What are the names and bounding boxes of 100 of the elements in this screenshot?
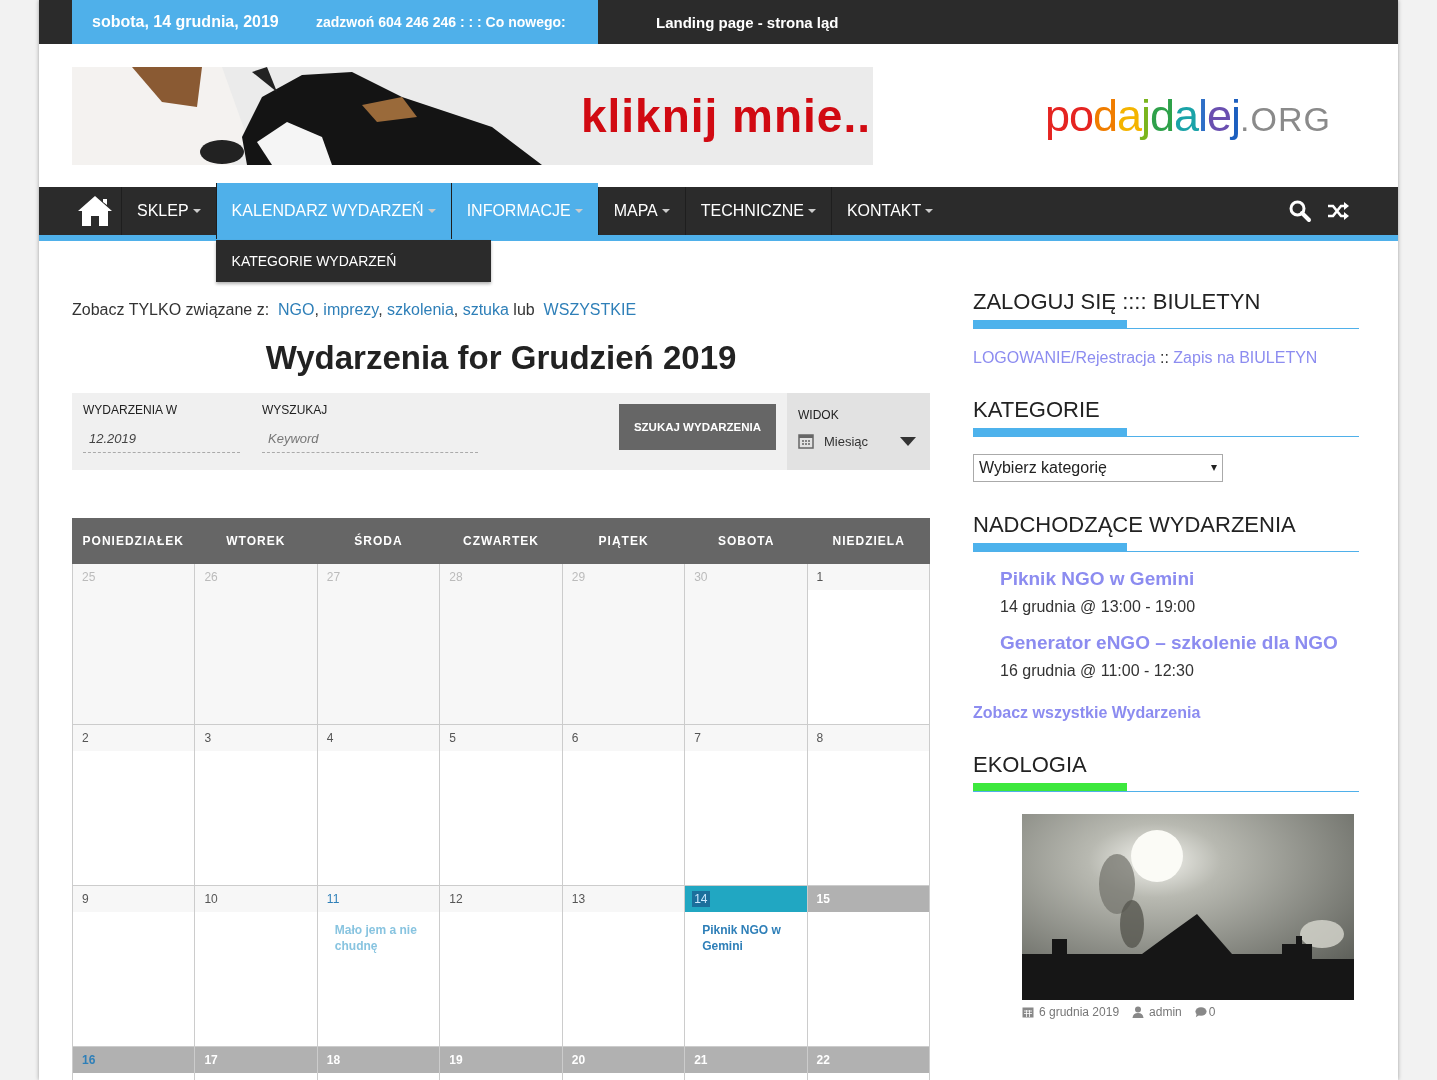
calendar-day[interactable]: 11 Mało jem a nie chudnę: [317, 886, 441, 1047]
category-select[interactable]: Wybierz kategorię: [973, 454, 1223, 482]
view-value: Miesiąc: [824, 433, 869, 449]
day-number: 6: [571, 731, 579, 745]
event-link[interactable]: Piknik NGO w Gemini: [1000, 568, 1359, 590]
view-selector[interactable]: WIDOK Miesiąc: [787, 393, 930, 470]
calendar-day[interactable]: 5: [440, 725, 563, 886]
phone-text: zadzwoń 604 246 246 : : : Co nowego:: [316, 14, 566, 30]
calendar-day[interactable]: 3: [195, 725, 318, 886]
search-events-button[interactable]: SZUKAJ WYDARZENIA: [619, 404, 776, 450]
nav-menu-item[interactable]: INFORMACJE: [450, 183, 598, 239]
calendar-day[interactable]: 10: [195, 886, 318, 1047]
day-number: 29: [571, 570, 586, 584]
weekday-header: CZWARTEK: [462, 534, 540, 548]
field-label: WYSZUKAJ: [262, 403, 329, 417]
calendar-day[interactable]: 8: [807, 725, 930, 886]
calendar-icon: [798, 433, 814, 449]
dropdown-arrow-icon: [900, 436, 916, 446]
weekday-header: ŚRODA: [353, 534, 404, 548]
day-number: 25: [82, 570, 96, 584]
page-title: Wydarzenia for Grudzień 2019: [264, 339, 738, 377]
site-logo[interactable]: podajdalej.ORG: [1044, 89, 1331, 142]
category-link[interactable]: szkolenia: [387, 301, 454, 318]
day-number: 11: [326, 892, 340, 906]
nav-menu-item[interactable]: SKLEP: [121, 187, 216, 235]
newsletter-link[interactable]: Zapis na BIULETYN: [1173, 349, 1318, 366]
day-number: 7: [694, 731, 701, 745]
day-number: 3: [204, 731, 212, 745]
day-number: 12: [449, 892, 463, 906]
weekday-header: PONIEDZIAŁEK: [81, 534, 185, 548]
event-link[interactable]: Generator eNGO – szkolenie dla NGO: [1000, 632, 1359, 654]
calendar-day[interactable]: 6: [562, 725, 686, 886]
home-icon[interactable]: [77, 195, 113, 227]
widget-title: KATEGORIE: [973, 397, 1101, 424]
weekday-header: WTOREK: [225, 534, 287, 548]
login-links-text: LOGOWANIE/Rejestracja :: Zapis na BIULETYN: [973, 349, 1319, 367]
day-number: 21: [694, 1053, 708, 1067]
day-number: 18: [326, 1053, 341, 1067]
category-filter-text: Zobacz TYLKO związane z: NGO, imprezy, szkolenia, sztuka lub WSZYSTKIE: [72, 301, 638, 319]
current-date: sobota, 14 grudnia, 2019: [92, 13, 280, 31]
day-number: 19: [449, 1053, 463, 1067]
nav-menu-item[interactable]: KONTAKT: [830, 187, 949, 235]
comment-icon: [1194, 1006, 1207, 1018]
search-icon[interactable]: [1288, 199, 1312, 223]
day-number: 4: [326, 731, 334, 745]
day-number: 5: [449, 731, 456, 745]
dropdown-menu-item[interactable]: KATEGORIE WYDARZEŃ: [215, 240, 491, 282]
calendar-day[interactable]: 2: [73, 725, 196, 886]
shuffle-icon[interactable]: [1326, 199, 1350, 223]
user-icon: [1132, 1006, 1145, 1018]
calendar-icon: [1022, 1006, 1034, 1018]
weekday-header: SOBOTA: [716, 534, 776, 548]
calendar-day[interactable]: 1: [807, 564, 930, 725]
login-link[interactable]: LOGOWANIE/Rejestracja: [973, 349, 1156, 366]
widget-title: ZALOGUJ SIĘ :::: BIULETYN: [973, 289, 1262, 316]
caret-icon: [1211, 465, 1217, 471]
day-number: 27: [326, 570, 341, 584]
widget-title: NADCHODZĄCE WYDARZENIA: [973, 512, 1297, 539]
nav-menu-item[interactable]: KALENDARZ WYDARZEŃ: [215, 183, 451, 239]
nav-menu-item[interactable]: MAPA: [597, 187, 685, 235]
day-number: 13: [571, 892, 586, 906]
weekday-header: NIEDZIELA: [831, 534, 906, 548]
day-number: 30: [694, 570, 708, 584]
field-label: WYDARZENIA W: [83, 403, 178, 417]
calendar-day[interactable]: 4: [317, 725, 441, 886]
day-number: 26: [204, 570, 218, 584]
category-link[interactable]: sztuka: [462, 301, 509, 318]
day-number: 16: [82, 1053, 96, 1067]
calendar-day[interactable]: 7: [685, 725, 808, 886]
calendar-day[interactable]: 12: [440, 886, 563, 1047]
day-number: 20: [571, 1053, 586, 1067]
post-author[interactable]: admin: [1149, 1005, 1182, 1019]
keyword-field[interactable]: Keyword: [262, 421, 478, 453]
day-number: 15: [816, 892, 830, 906]
news-ticker[interactable]: Landing page - strona ląd: [656, 13, 839, 31]
day-number: 1: [816, 570, 824, 584]
category-link[interactable]: imprezy: [323, 301, 379, 318]
event-link[interactable]: Piknik NGO w Gemini: [702, 922, 795, 954]
all-categories-link[interactable]: WSZYSTKIE: [543, 301, 637, 318]
day-number: 8: [816, 731, 824, 745]
category-link[interactable]: NGO: [278, 301, 315, 318]
calendar-day[interactable]: 14 Piknik NGO w Gemini: [685, 886, 808, 1047]
day-number: 14: [692, 891, 710, 907]
day-number: 2: [82, 731, 89, 745]
day-number: 22: [816, 1053, 830, 1067]
event-time: 14 grudnia @ 13:00 - 19:00: [1000, 598, 1197, 616]
comment-count[interactable]: 0: [1208, 1005, 1216, 1019]
event-time: 16 grudnia @ 11:00 - 12:30: [1000, 662, 1195, 680]
post-date[interactable]: 6 grudnia 2019: [1039, 1005, 1120, 1019]
nav-menu-item[interactable]: TECHNICZNE: [684, 187, 831, 235]
day-number: 28: [449, 570, 463, 584]
month-field[interactable]: 12.2019: [83, 421, 240, 453]
field-label: WIDOK: [798, 408, 839, 422]
day-number: 17: [204, 1053, 218, 1067]
weekday-header: PIĄTEK: [597, 534, 650, 548]
day-number: 10: [204, 892, 218, 906]
all-events-link[interactable]: Zobacz wszystkie Wydarzenia: [973, 704, 1359, 722]
day-number: 9: [82, 892, 89, 906]
calendar-day[interactable]: 13: [562, 886, 686, 1047]
calendar-day[interactable]: 9: [73, 886, 196, 1047]
